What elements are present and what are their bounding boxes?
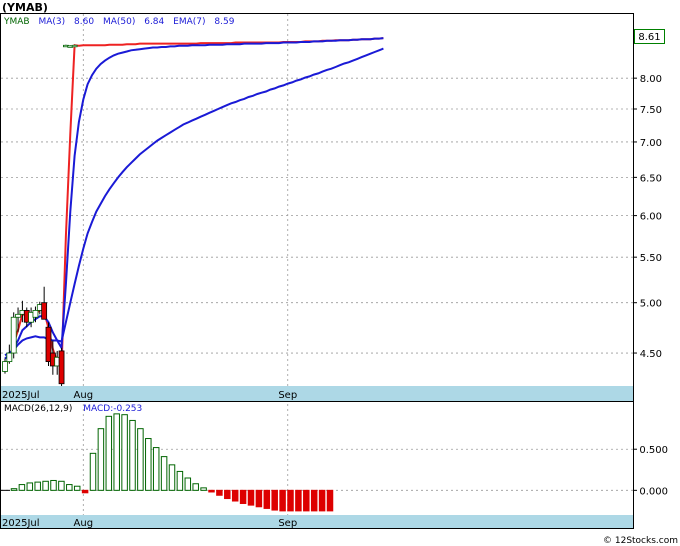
macd-bar [231,489,239,502]
price-tick-label: 6.00 [640,212,662,223]
macd-bar [97,428,105,491]
macd-bar [295,489,302,512]
macd-bar [42,480,49,491]
macd-legend-label: MACD(26,12,9) [4,404,72,414]
macd-bar [326,489,334,512]
macd-bar [208,489,215,493]
macd-bar [303,489,310,512]
macd-axis-labels: 0.500 0.000 [633,445,668,497]
legend-ema7-value: 8.59 [214,17,234,27]
macd-bar [81,489,89,494]
macd-bar [239,489,247,504]
legend-ma50-label: MA(50) [103,17,135,27]
macd-bar [152,447,160,491]
price-tick-label: 7.00 [640,138,662,149]
macd-bar [287,489,294,512]
macd-bar [168,464,176,491]
macd-bar [26,482,34,491]
macd-bar [145,438,152,491]
macd-bar [73,485,81,491]
candle-body [41,302,48,320]
candle-body [58,350,65,385]
price-date-tick: 2025Jul [2,390,40,401]
macd-bar [318,489,326,512]
macd-bar [310,489,318,512]
price-tick-label: 7.50 [640,105,662,116]
macd-bar [200,487,207,491]
macd-bar [50,479,57,491]
ticker-title: (YMAB) [2,1,48,14]
macd-bar [105,415,113,491]
legend-ma3-value: 8.60 [74,17,94,27]
price-legend: YMAB MA(3) 8.60 MA(50) 6.84 EMA(7) 8.59 [3,17,235,27]
macd-bar [271,489,278,511]
price-date-axis-band [1,386,633,401]
macd-date-tick: Aug [74,518,94,529]
candle-body [6,352,13,363]
macd-bar [160,456,168,491]
legend-ma50-value: 6.84 [144,17,164,27]
macd-bar [18,484,26,491]
macd-tick-label: 0.500 [639,445,668,456]
macd-legend: MACD(26,12,9) MACD:-0.253 [4,404,142,414]
macd-legend-value: MACD:-0.253 [83,404,142,414]
macd-date-tick: Sep [278,518,297,529]
macd-bar [263,489,271,509]
candle-body [10,316,17,354]
macd-bar [216,489,223,496]
macd-bar [255,489,263,508]
price-date-tick: Aug [74,390,94,401]
macd-bar [184,477,192,491]
candle-body [32,310,39,318]
footer-credit: © 12Stocks.com [603,536,678,546]
macd-bar [279,489,286,512]
price-date-tick: Sep [278,390,297,401]
macd-bar [58,480,65,491]
macd-bar [34,481,41,491]
price-tick-label: 4.50 [640,349,662,360]
macd-bar [192,483,199,491]
macd-date-axis-band [1,515,633,528]
price-tick-label: 5.50 [640,253,662,264]
macd-bar [137,428,144,491]
macd-bar [10,488,18,491]
last-price-label: 8.61 [638,32,660,43]
macd-tick-label: 0.000 [639,486,668,497]
price-tick-label: 5.00 [640,299,662,310]
candle-body [2,361,8,372]
legend-symbol: YMAB [3,17,30,27]
legend-ma3-label: MA(3) [38,17,65,27]
candle-body [71,44,78,48]
stock-chart: 4.50 5.00 5.50 6.00 6.50 7.00 7.50 8.00 2025Jul… [0,0,680,546]
macd-bar [66,484,73,491]
chart-canvas: 4.50 5.00 5.50 6.00 6.50 7.00 7.50 8.00 2025Jul… [0,1,678,546]
macd-bar [121,414,128,491]
macd-date-tick: 2025Jul [2,518,40,529]
macd-bar [224,489,231,500]
candle-body [15,313,21,318]
price-tick-label: 8.00 [640,74,662,85]
macd-bar [247,489,255,506]
price-tick-label: 6.50 [640,173,662,184]
macd-bar [89,452,97,491]
price-axis-labels: 4.50 5.00 5.50 6.00 6.50 7.00 7.50 8.00 [633,74,662,360]
macd-bar [176,470,184,491]
macd-bar [129,419,136,491]
legend-ema7-label: EMA(7) [173,17,205,27]
macd-bar [113,413,120,491]
